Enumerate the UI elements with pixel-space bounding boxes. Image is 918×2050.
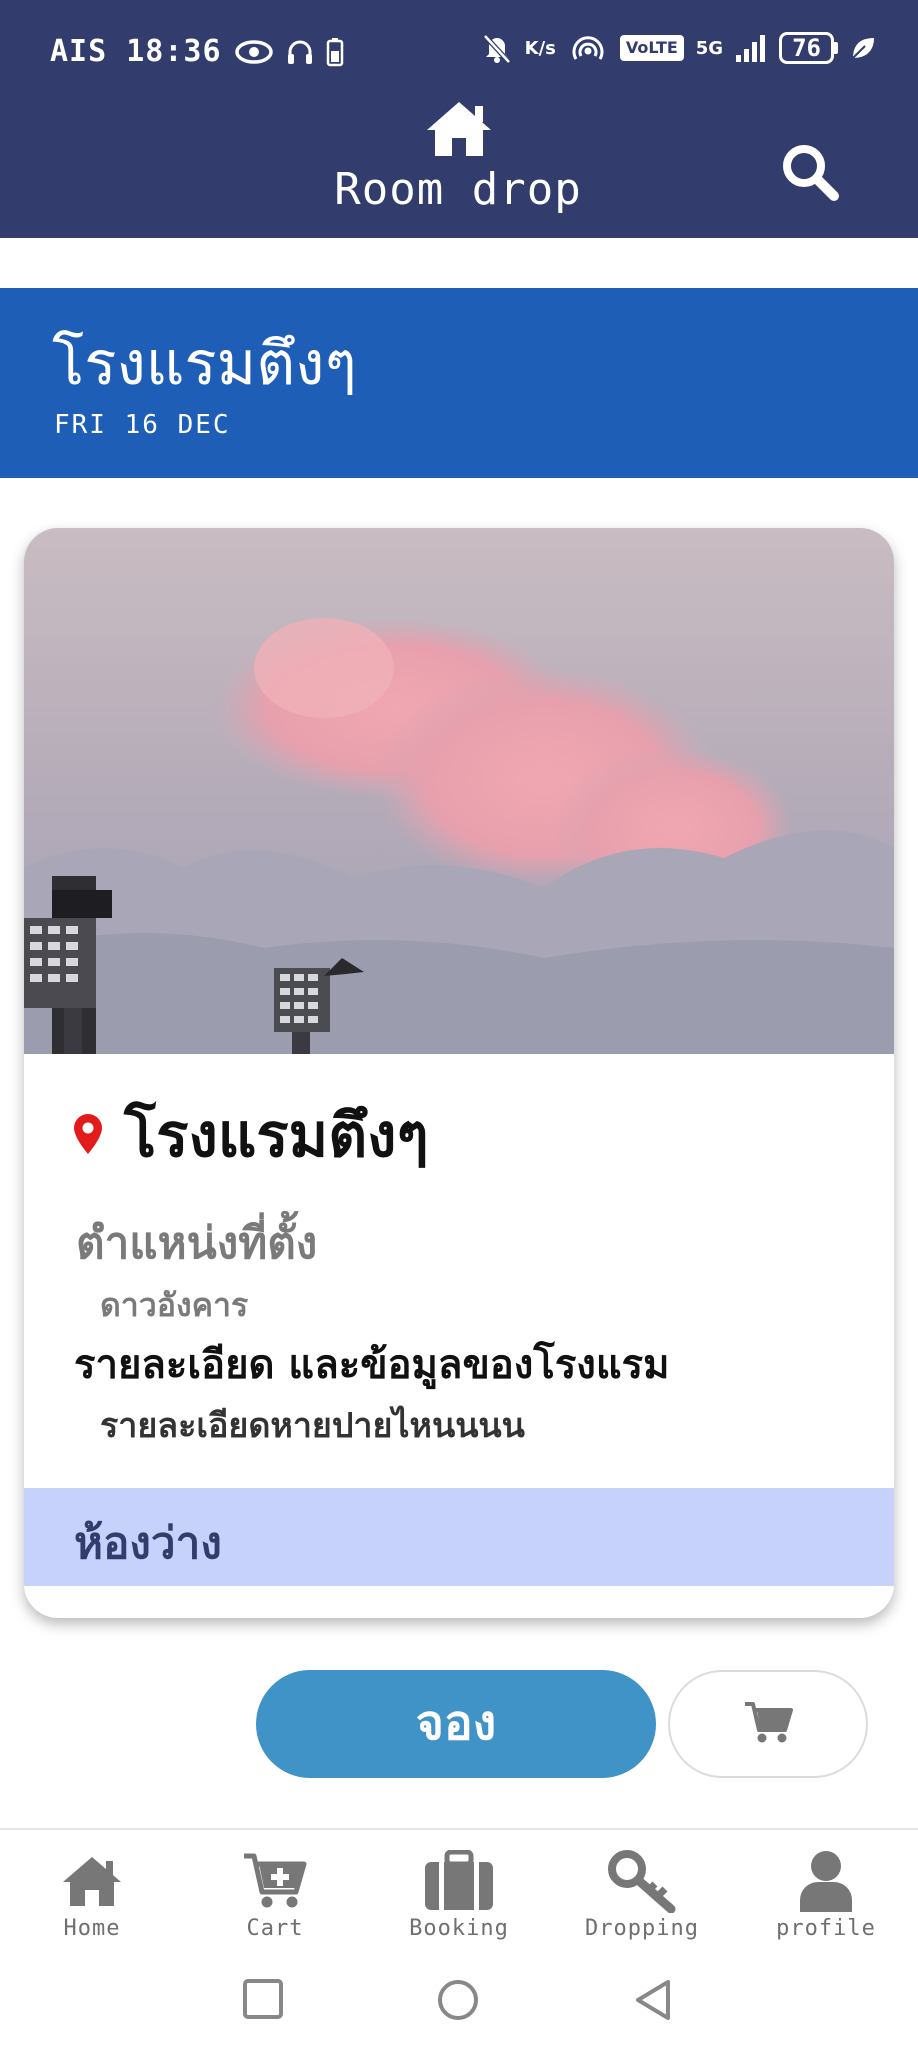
- mute-bell-icon: [481, 32, 513, 64]
- home-system-button[interactable]: [436, 1978, 480, 2026]
- details-label: รายละเอียด และข้อมูลของโรงแรม: [74, 1342, 670, 1388]
- status-left: AIS 18:36: [50, 34, 344, 69]
- nav-dropping[interactable]: Dropping: [572, 1848, 712, 1941]
- book-button[interactable]: จอง: [256, 1670, 656, 1778]
- nav-booking[interactable]: Booking: [389, 1848, 529, 1941]
- location-pin-icon: [74, 1113, 102, 1158]
- hotspot-icon: [568, 33, 608, 63]
- signal-icon: [735, 33, 767, 63]
- nav-profile-label: profile: [776, 1916, 876, 1941]
- suitcase-icon: [389, 1848, 529, 1914]
- eye-icon: [234, 39, 274, 65]
- nav-dropping-label: Dropping: [585, 1916, 699, 1941]
- home-icon: [22, 1848, 162, 1914]
- details-value: รายละเอียดหายปายไหนนนน: [100, 1406, 525, 1446]
- app-screen: AIS 18:36 K/s VoLTE 5G 76 Room drop โรงแ…: [0, 0, 918, 2050]
- volte-badge: VoLTE: [619, 35, 684, 61]
- network-type: 5G: [695, 37, 724, 59]
- nav-profile[interactable]: profile: [756, 1848, 896, 1941]
- search-button[interactable]: [778, 140, 842, 204]
- available-rooms-section[interactable]: ห้องว่าง: [24, 1488, 894, 1586]
- available-rooms-label: ห้องว่าง: [74, 1518, 222, 1569]
- location-value: ดาวอังคาร: [100, 1286, 249, 1324]
- nav-home[interactable]: Home: [22, 1848, 162, 1941]
- battery-indicator: 76: [779, 32, 838, 64]
- key-icon: [572, 1848, 712, 1914]
- user-icon: [756, 1848, 896, 1914]
- add-to-cart-button[interactable]: [668, 1670, 868, 1778]
- search-icon: [778, 145, 842, 208]
- banner-hotel-name: โรงแรมตึงๆ: [52, 329, 357, 399]
- back-button[interactable]: [632, 1978, 674, 2026]
- cart-icon: [743, 1700, 793, 1748]
- home-icon[interactable]: [423, 98, 495, 162]
- location-label: ตำแหน่งที่ตั้ง: [76, 1218, 318, 1269]
- hotel-name: โรงแรมตึงๆ: [124, 1101, 429, 1171]
- status-right: K/s VoLTE 5G 76: [481, 32, 876, 64]
- nav-home-label: Home: [63, 1916, 121, 1941]
- status-bar: AIS 18:36 K/s VoLTE 5G 76: [0, 0, 918, 106]
- hotel-name-row: โรงแรมตึงๆ: [74, 1088, 429, 1183]
- battery-level: 76: [779, 32, 834, 64]
- hotel-photo: [24, 528, 894, 1054]
- carrier-time: AIS 18:36: [50, 34, 222, 69]
- nav-cart-label: Cart: [246, 1916, 304, 1941]
- net-speed: K/s: [524, 37, 556, 59]
- hotel-banner: โรงแรมตึงๆ FRI 16 DEC: [0, 288, 918, 478]
- recents-button[interactable]: [242, 1978, 284, 2024]
- leaf-icon: [850, 35, 876, 61]
- nav-booking-label: Booking: [409, 1916, 509, 1941]
- app-header: AIS 18:36 K/s VoLTE 5G 76 Room drop: [0, 0, 918, 238]
- system-navigation-bar: [0, 1948, 918, 2050]
- bottom-nav: Home Cart Booking Dropping profile: [0, 1828, 918, 1948]
- cart-plus-icon: [205, 1848, 345, 1914]
- hotel-card[interactable]: โรงแรมตึงๆ ตำแหน่งที่ตั้ง ดาวอังคาร รายล…: [24, 528, 894, 1618]
- battery-saver-icon: [326, 37, 344, 67]
- banner-date: FRI 16 DEC: [54, 410, 231, 440]
- nav-cart[interactable]: Cart: [205, 1848, 345, 1941]
- headphones-icon: [286, 38, 314, 66]
